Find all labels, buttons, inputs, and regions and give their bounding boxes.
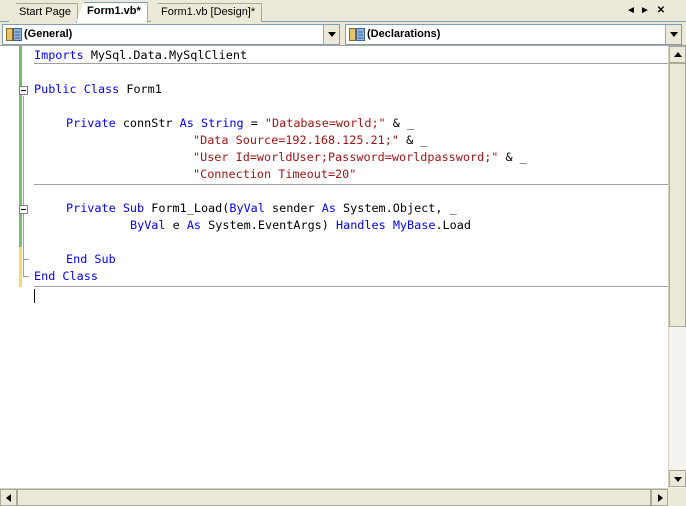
tab-label: Form1.vb [Design]*: [161, 6, 256, 18]
chevron-down-icon[interactable]: [665, 25, 681, 44]
tab-form1-vb[interactable]: Form1.vb*: [76, 2, 148, 23]
close-document-icon[interactable]: ✕: [654, 4, 668, 18]
declaration-separator: [34, 286, 668, 287]
arrow-right-icon: [658, 494, 663, 502]
code-editor[interactable]: Imports MySql.Data.MySqlClient Public Cl…: [0, 46, 668, 488]
arrow-down-icon: [674, 477, 682, 482]
document-tab-strip: Start Page Form1.vb* Form1.vb [Design]* …: [0, 0, 686, 23]
declaration-separator: [34, 184, 668, 185]
text-caret: [34, 289, 35, 303]
scrollbar-corner: [668, 488, 686, 506]
vertical-scroll-thumb[interactable]: [669, 63, 686, 327]
indicator-margin: [0, 46, 20, 488]
code-line-8: "Connection Timeout=20": [193, 167, 357, 181]
code-line-5: Private connStr As String = "Database=wo…: [66, 116, 415, 130]
code-line-11: ByVal e As System.EventArgs) Handles MyB…: [130, 218, 471, 232]
scroll-up-button[interactable]: [669, 46, 686, 63]
arrow-up-icon: [674, 52, 682, 57]
tab-label: Start Page: [19, 6, 71, 18]
scroll-tabs-right-icon[interactable]: ►: [638, 4, 652, 18]
scroll-down-button[interactable]: [669, 470, 686, 487]
scroll-left-button[interactable]: [0, 489, 17, 506]
class-icon: [6, 28, 22, 41]
scroll-right-button[interactable]: [651, 489, 668, 506]
class-name-dropdown[interactable]: (General): [2, 24, 340, 45]
navigation-bar: (General) (Declarations): [0, 22, 686, 46]
code-line-14: End Class: [34, 269, 98, 283]
class-name-value: (General): [24, 28, 73, 40]
code-line-13: End Sub: [66, 252, 116, 266]
arrow-left-icon: [6, 494, 11, 502]
scroll-tabs-left-icon[interactable]: ◄: [624, 4, 638, 18]
code-area[interactable]: Imports MySql.Data.MySqlClient Public Cl…: [22, 46, 668, 488]
declarations-icon: [349, 28, 365, 41]
code-line-6: "Data Source=192.168.125.21;" & _: [193, 133, 428, 147]
code-line-7: "User Id=worldUser;Password=worldpasswor…: [193, 150, 527, 164]
horizontal-scroll-thumb[interactable]: [17, 489, 651, 506]
horizontal-scrollbar[interactable]: [0, 488, 668, 506]
code-line-1: Imports MySql.Data.MySqlClient: [34, 48, 248, 62]
method-name-dropdown[interactable]: (Declarations): [345, 24, 682, 45]
tab-start-page[interactable]: Start Page: [8, 3, 78, 22]
vertical-scrollbar[interactable]: [668, 46, 686, 488]
code-line-10: Private Sub Form1_Load(ByVal sender As S…: [66, 201, 457, 215]
tab-form1-design[interactable]: Form1.vb [Design]*: [150, 3, 263, 22]
chevron-down-icon[interactable]: [323, 25, 339, 44]
code-line-3: Public Class Form1: [34, 82, 162, 96]
tab-label: Form1.vb*: [87, 5, 141, 17]
method-name-value: (Declarations): [367, 28, 441, 40]
